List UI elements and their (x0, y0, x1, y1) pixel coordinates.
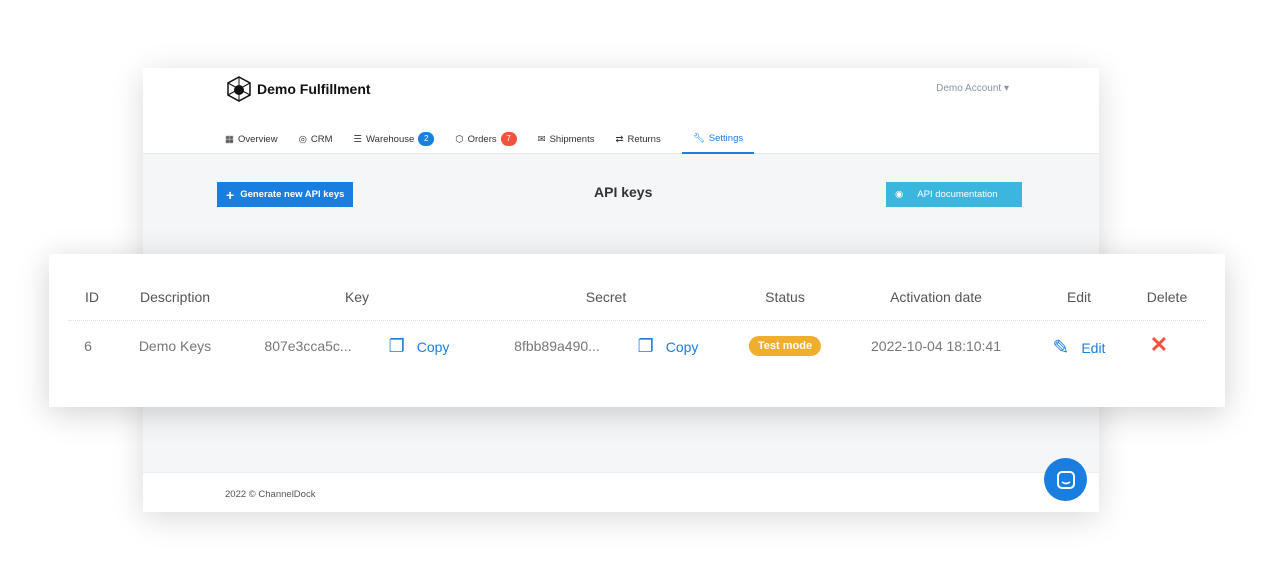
nav-label: CRM (310, 133, 333, 145)
delete-icon[interactable]: ✕ (1150, 332, 1168, 358)
col-status: Status (765, 289, 805, 305)
brand-logo[interactable]: Demo Fulfillment (225, 75, 371, 103)
copy-icon: ❐ (388, 336, 405, 356)
col-id: ID (85, 289, 99, 305)
page-title: API keys (594, 184, 653, 200)
col-description: Description (139, 289, 211, 305)
divider (68, 320, 1206, 321)
arrows-icon: ⇄ (615, 133, 624, 145)
api-keys-table: ID Description Key Secret Status Activat… (49, 254, 1225, 407)
copy-secret-button[interactable]: ❐ Copy (638, 336, 699, 357)
col-secret: Secret (585, 289, 627, 305)
nav-settings[interactable]: 🔧︎ Settings (681, 124, 755, 154)
col-edit: Edit (1066, 289, 1092, 305)
edit-icon: ✎ (1052, 337, 1070, 359)
status-cell: Test mode (748, 336, 822, 356)
col-delete: Delete (1146, 289, 1188, 305)
wrench-icon: 🔧︎ (692, 132, 705, 144)
footer: 2022 © ChannelDock (143, 472, 1099, 512)
edit-button[interactable]: ✎ Edit (1053, 335, 1106, 360)
nav-warehouse[interactable]: ☰ Warehouse 2 (354, 124, 446, 154)
nav-label: Warehouse (366, 133, 415, 145)
copy-icon: ❐ (637, 336, 654, 356)
cell-activation-date: 2022-10-04 18:10:41 (871, 338, 1001, 354)
cell-key: 807e3cca5c... (264, 338, 352, 354)
brand-name: Demo Fulfillment (257, 81, 371, 97)
nav-crm[interactable]: ◎ CRM (299, 124, 344, 154)
account-dropdown[interactable]: Demo Account ▾ (936, 83, 1009, 94)
envelope-icon: ✉ (537, 133, 546, 145)
nav-orders[interactable]: ⬡ Orders 7 (455, 124, 527, 154)
copy-key-button[interactable]: ❐ Copy (389, 336, 450, 357)
account-label: Demo Account (936, 83, 1002, 94)
col-key: Key (344, 289, 370, 305)
orders-badge: 7 (500, 132, 517, 146)
nav-label: Overview (237, 133, 278, 145)
chat-button[interactable] (1044, 458, 1087, 501)
plus-icon: + (226, 186, 235, 203)
chat-icon (1056, 470, 1075, 489)
copy-label: Copy (665, 338, 699, 355)
cell-secret: 8fbb89a490... (514, 338, 600, 354)
button-label: API documentation (917, 189, 998, 200)
logo-icon (227, 76, 251, 102)
button-label: Generate new API keys (240, 189, 345, 200)
nav-label: Settings (708, 132, 744, 144)
user-circle-icon: ◎ (298, 133, 307, 145)
nav-overview[interactable]: ▦ Overview (225, 124, 289, 154)
grid-icon: ▦ (225, 133, 234, 145)
caret-down-icon: ▾ (1003, 83, 1009, 94)
box-icon: ⬡ (455, 133, 464, 145)
nav-label: Shipments (549, 133, 595, 145)
nav-label: Returns (627, 133, 661, 145)
warehouse-badge: 2 (418, 132, 435, 146)
nav-label: Orders (467, 133, 497, 145)
list-icon: ☰ (353, 133, 363, 145)
main-nav: ▦ Overview ◎ CRM ☰ Warehouse 2 ⬡ Orders 7 ✉ Shi… (225, 124, 764, 154)
copyright: 2022 © ChannelDock (225, 489, 316, 500)
api-documentation-button[interactable]: ◉ API documentation (886, 182, 1022, 207)
col-activation-date: Activation date (890, 289, 982, 305)
nav-returns[interactable]: ⇄ Returns (615, 124, 671, 154)
copy-label: Copy (416, 338, 450, 355)
edit-label: Edit (1081, 339, 1106, 356)
status-badge: Test mode (748, 336, 822, 356)
header: Demo Fulfillment Demo Account ▾ ▦ Overvie… (143, 68, 1099, 154)
generate-api-keys-button[interactable]: + Generate new API keys (217, 182, 354, 207)
nav-shipments[interactable]: ✉ Shipments (538, 124, 606, 154)
eye-icon: ◉ (895, 189, 904, 200)
cell-id: 6 (84, 338, 92, 354)
cell-description: Demo Keys (138, 338, 212, 354)
